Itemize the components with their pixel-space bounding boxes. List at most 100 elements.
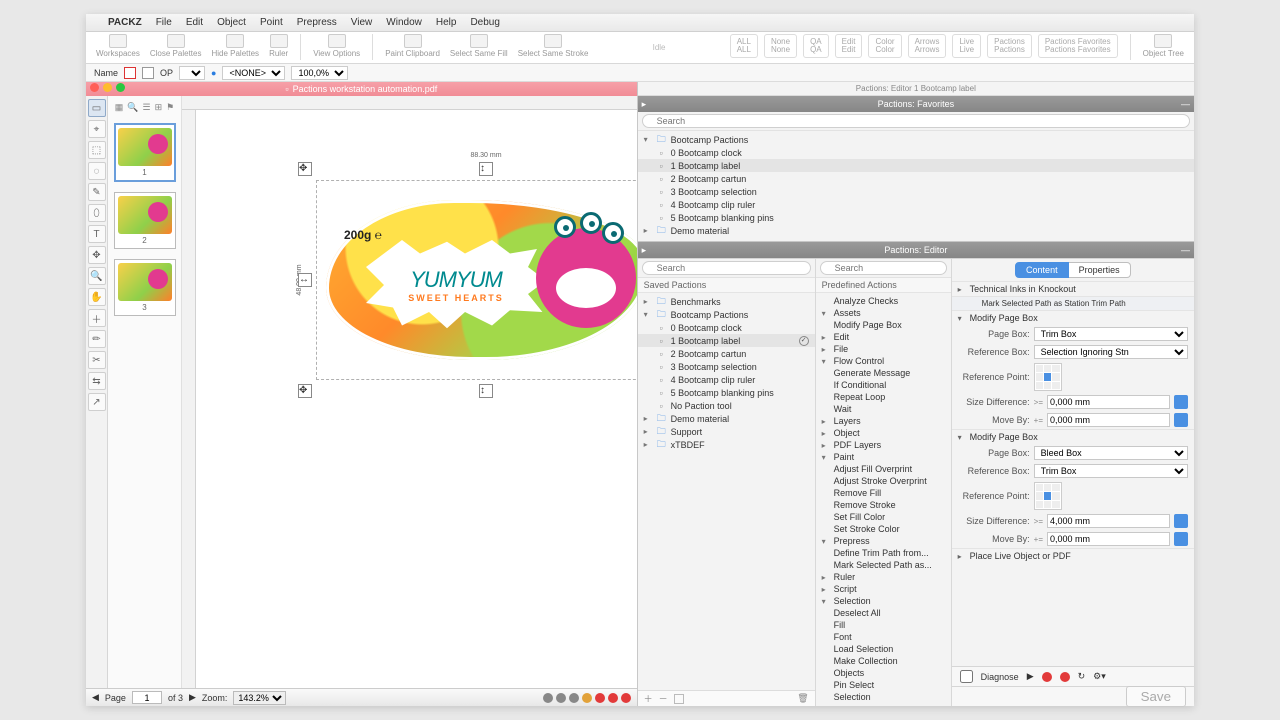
stroke-swatch[interactable] — [142, 67, 154, 79]
artboard[interactable]: 88.30 mm 48.00 mm ✥ ✥ ✥ ✥ ↕ ↕ ↔ ↔ — [316, 180, 637, 380]
unit-button[interactable] — [1174, 514, 1188, 528]
fav-item-selected[interactable]: 1 Bootcamp label — [638, 159, 1194, 172]
tb-tab-pactions[interactable]: PactionsPactions — [987, 34, 1032, 58]
fav-item[interactable]: 2 Bootcamp cartun — [638, 172, 1194, 185]
app-name[interactable]: PACKZ — [108, 17, 142, 28]
diagnose-checkbox[interactable] — [960, 670, 973, 683]
predef-node[interactable]: ▸File — [816, 343, 951, 355]
predef-child[interactable]: Modify Page Box — [816, 319, 951, 331]
play-icon[interactable]: ▶ — [1027, 671, 1034, 682]
predef-node[interactable]: ▸PDF Layers — [816, 439, 951, 451]
fav-root[interactable]: ▾🗀Bootcamp Pactions — [638, 133, 1194, 146]
fav-item[interactable]: 4 Bootcamp clip ruler — [638, 198, 1194, 211]
handle-ml[interactable]: ↔ — [298, 273, 312, 287]
save-button[interactable]: Save — [1126, 686, 1186, 707]
arrow-tool[interactable]: ↗ — [88, 393, 106, 411]
fav-demo[interactable]: ▸🗀Demo material — [638, 224, 1194, 237]
fav-item[interactable]: 0 Bootcamp clock — [638, 146, 1194, 159]
predef-child[interactable]: Load Selection — [816, 643, 951, 655]
list-item-selected[interactable]: 1 Bootcamp label✓ — [638, 334, 815, 347]
remove-icon[interactable]: － — [659, 692, 668, 705]
optbar-zoom[interactable]: 100,0% — [291, 66, 348, 80]
menu-file[interactable]: File — [156, 17, 172, 28]
predef-child[interactable]: Deselect All — [816, 607, 951, 619]
optbar-none[interactable]: <NONE> — [222, 66, 285, 80]
pages-list-icon[interactable]: ☰ — [143, 102, 151, 113]
predef-node[interactable]: ▸Edit — [816, 331, 951, 343]
link-icon[interactable]: ● — [211, 68, 216, 78]
pencil-tool[interactable]: ✏ — [88, 330, 106, 348]
predef-child[interactable]: Set Stroke Color — [816, 523, 951, 535]
tb-object-tree[interactable]: Object Tree — [1143, 34, 1184, 58]
tb-ruler[interactable]: Ruler — [269, 34, 288, 58]
page-thumb-3[interactable]: 3 — [114, 259, 176, 316]
handle-bc[interactable]: ↕ — [479, 384, 493, 398]
tb-view-options[interactable]: View Options — [313, 34, 360, 58]
folder-new-icon[interactable] — [674, 694, 684, 704]
tb-tab-arrows[interactable]: ArrowsArrows — [908, 34, 947, 58]
prop-accordion[interactable]: ▾Modify Page Box — [952, 310, 1194, 325]
unit-button[interactable] — [1174, 532, 1188, 546]
predef-child[interactable]: Repeat Loop — [816, 391, 951, 403]
move-tool[interactable]: ✥ — [88, 246, 106, 264]
tb-tab-qa[interactable]: QAQA — [803, 34, 829, 58]
predef-child[interactable]: Set Fill Color — [816, 511, 951, 523]
pen-tool[interactable]: ✎ — [88, 183, 106, 201]
predef-child[interactable]: Mark Selected Path as... — [816, 559, 951, 571]
handle-tl[interactable]: ✥ — [298, 162, 312, 176]
loop-icon[interactable]: ↻ — [1078, 671, 1086, 682]
tb-close-palettes[interactable]: Close Palettes — [150, 34, 202, 58]
predef-node[interactable]: ▸Script — [816, 583, 951, 595]
predef-child[interactable]: Wait — [816, 403, 951, 415]
predef-child[interactable]: Define Trim Path from... — [816, 547, 951, 559]
page-input[interactable] — [132, 691, 162, 704]
zoom-select[interactable]: 143.2% — [233, 691, 286, 705]
predef-child[interactable]: Objects — [816, 667, 951, 679]
ellipse-tool[interactable]: ◌ — [88, 162, 106, 180]
predef-child[interactable]: Selection — [816, 691, 951, 703]
editor-header[interactable]: ▸Pactions: Editor— — [638, 242, 1194, 258]
predef-node[interactable]: ▾Assets — [816, 307, 951, 319]
fav-item[interactable]: 3 Bootcamp selection — [638, 185, 1194, 198]
minimize-icon[interactable] — [103, 83, 112, 92]
artboard-tool[interactable]: ⬚ — [88, 141, 106, 159]
ruler-vertical[interactable] — [182, 110, 196, 688]
predef-child[interactable]: Remove Fill — [816, 487, 951, 499]
list-item[interactable]: 0 Bootcamp clock — [638, 321, 815, 334]
menu-object[interactable]: Object — [217, 17, 246, 28]
page-thumb-2[interactable]: 2 — [114, 192, 176, 249]
grp-bootcamp[interactable]: ▾🗀Bootcamp Pactions — [638, 308, 815, 321]
grp-xtbdef[interactable]: ▸🗀xTBDEF — [638, 438, 815, 451]
list-item[interactable]: 3 Bootcamp selection — [638, 360, 815, 373]
record-icon[interactable] — [1042, 672, 1052, 682]
predef-child[interactable]: If Conditional — [816, 379, 951, 391]
predef-child[interactable]: Remove Stroke — [816, 499, 951, 511]
add-icon[interactable]: ＋ — [644, 692, 653, 705]
prop-accordion[interactable]: ▾Modify Page Box — [952, 429, 1194, 444]
optbar-stroke-width[interactable] — [179, 66, 205, 80]
close-icon[interactable] — [90, 83, 99, 92]
tb-tab-edit[interactable]: EditEdit — [835, 34, 863, 58]
prop-accordion[interactable]: ▸Place Live Object or PDF — [952, 548, 1194, 563]
predef-node[interactable]: ▾Flow Control — [816, 355, 951, 367]
predef-child[interactable]: Fill — [816, 619, 951, 631]
direct-select-tool[interactable]: ⌖ — [88, 120, 106, 138]
pages-search-icon[interactable]: 🔍 — [127, 102, 138, 113]
tb-paint-clipboard[interactable]: Paint Clipboard — [385, 34, 440, 58]
predef-child[interactable]: Pin Select — [816, 679, 951, 691]
tb-tab-none[interactable]: NoneNone — [764, 34, 797, 58]
predef-node[interactable]: ▾Prepress — [816, 535, 951, 547]
gear-icon[interactable]: ⚙▾ — [1093, 671, 1106, 682]
handle-bl[interactable]: ✥ — [298, 384, 312, 398]
pages-flag-icon[interactable]: ⚑ — [166, 102, 174, 113]
pages-grid-icon[interactable]: ⊞ — [155, 102, 163, 113]
canvas[interactable]: 88.30 mm 48.00 mm ✥ ✥ ✥ ✥ ↕ ↕ ↔ ↔ — [182, 96, 637, 688]
add-tool[interactable]: ＋ — [88, 309, 106, 327]
tb-hide-palettes[interactable]: Hide Palettes — [211, 34, 259, 58]
tb-select-stroke[interactable]: Select Same Stroke — [518, 34, 589, 58]
predef-node[interactable]: ▾Selection — [816, 595, 951, 607]
menu-point[interactable]: Point — [260, 17, 283, 28]
page-thumb-1[interactable]: 1 — [114, 123, 176, 182]
pages-view-icon[interactable]: ▦ — [115, 102, 124, 113]
zoom-icon[interactable] — [116, 83, 125, 92]
